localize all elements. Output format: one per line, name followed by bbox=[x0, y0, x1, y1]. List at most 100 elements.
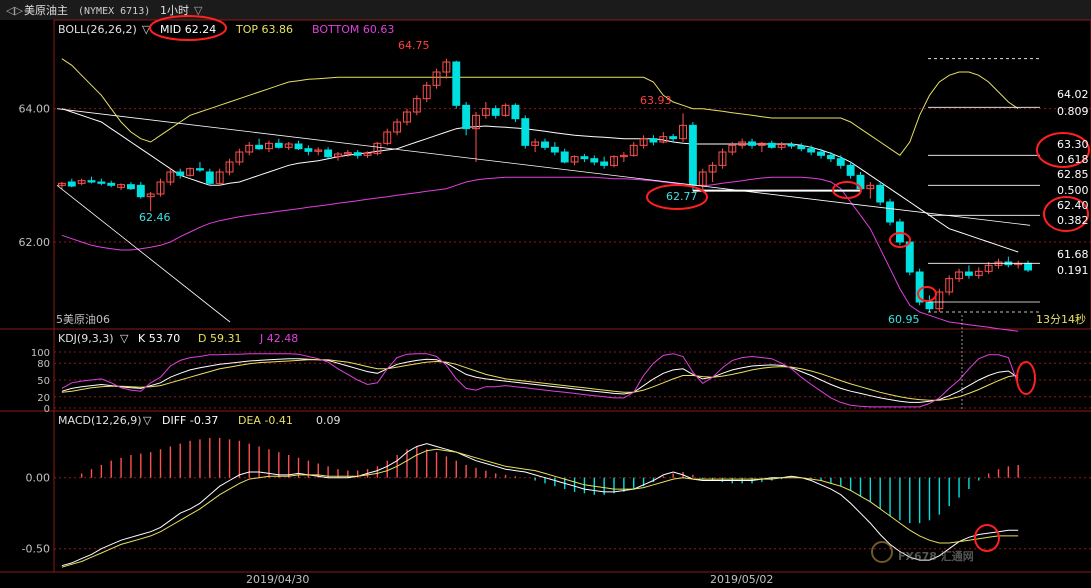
candle-down bbox=[807, 148, 816, 153]
kdj-k-line bbox=[61, 358, 1019, 403]
candle-down bbox=[748, 141, 756, 146]
price-tick-label: 62.00 bbox=[19, 236, 51, 249]
candle-down bbox=[580, 156, 589, 160]
date-label-2: 2019/05/02 bbox=[710, 573, 773, 586]
candle-down bbox=[87, 180, 96, 183]
candle-down bbox=[304, 148, 313, 152]
candle-down bbox=[176, 171, 185, 176]
fib-price-2: 63.30 bbox=[1057, 138, 1089, 151]
watermark-logo: FX678 汇通网 bbox=[871, 541, 974, 563]
candle-down bbox=[876, 184, 885, 203]
boll-indicator-label[interactable]: BOLL(26,26,2) bbox=[58, 23, 137, 36]
candle-down bbox=[462, 104, 471, 130]
candle-down bbox=[136, 184, 145, 198]
swing-low-label: 62.77 bbox=[666, 190, 698, 203]
candle-down bbox=[294, 143, 303, 150]
macd-dropdown-icon[interactable]: ▽ bbox=[143, 414, 152, 427]
kdj-tick-label: 100 bbox=[31, 348, 50, 359]
date-label-1: 2019/04/30 bbox=[246, 573, 309, 586]
candle-down bbox=[324, 149, 333, 158]
boll-bottom-value: BOTTOM 60.63 bbox=[312, 23, 394, 36]
kdj-tick-label: 0 bbox=[44, 404, 50, 415]
high-price-label: 64.75 bbox=[398, 39, 430, 52]
macd-diff-value: DIFF -0.37 bbox=[162, 414, 218, 427]
candle-down bbox=[550, 146, 559, 153]
macd-tick-label: 0.00 bbox=[26, 472, 51, 485]
fib-price-1: 64.02 bbox=[1057, 88, 1089, 101]
candle-down bbox=[521, 118, 530, 146]
candle-down bbox=[67, 181, 76, 187]
macd-dea-value: DEA -0.41 bbox=[238, 414, 293, 427]
candle-down bbox=[255, 144, 264, 150]
candle-down bbox=[274, 142, 283, 148]
candle-down bbox=[541, 141, 549, 148]
kdj-cross-circle bbox=[1016, 361, 1036, 395]
candle-down bbox=[452, 61, 461, 106]
candle-down bbox=[787, 144, 796, 147]
candle-down bbox=[205, 171, 214, 184]
candle-down bbox=[491, 108, 500, 116]
candle-down bbox=[925, 301, 934, 310]
candle-down bbox=[836, 158, 845, 166]
fib-ratio-1: 0.809 bbox=[1057, 105, 1089, 118]
chart-canvas: ◁▷ 美原油主 (NYMEX 6713) 1小时 ▽ 64.0062.00100… bbox=[0, 0, 1091, 586]
candle-down bbox=[195, 168, 204, 171]
candle-down bbox=[669, 136, 678, 140]
contract-note: 5美原油06 bbox=[56, 312, 110, 326]
macd-dea-line bbox=[61, 448, 1019, 568]
fib-labels: 64.02 0.809 63.30 0.618 62.85 0.500 62.4… bbox=[1057, 88, 1089, 277]
macd-indicator-label[interactable]: MACD(12,26,9) bbox=[58, 414, 142, 427]
falling-trendline-1 bbox=[56, 108, 1031, 226]
candle-down bbox=[964, 271, 973, 276]
fib-ratio-4: 0.382 bbox=[1057, 214, 1089, 227]
nav-arrows-icon[interactable]: ◁▷ bbox=[6, 4, 23, 17]
candle-down bbox=[126, 184, 135, 190]
right-low-label: 60.95 bbox=[888, 313, 920, 326]
candle-down bbox=[97, 181, 106, 184]
kdj-tick-label: 80 bbox=[37, 359, 50, 370]
candle-down bbox=[560, 151, 569, 163]
boll-mid-value: MID 62.24 bbox=[160, 23, 216, 36]
candle-down bbox=[797, 145, 806, 150]
candle-down bbox=[1024, 262, 1033, 271]
bar-countdown: 13分14秒 bbox=[1036, 312, 1086, 326]
boll-top-line bbox=[61, 58, 1019, 156]
boll-top-value: TOP 63.86 bbox=[235, 23, 293, 36]
symbol-name: 美原油主 bbox=[24, 3, 68, 17]
candle-down bbox=[846, 164, 855, 176]
macd-tick-label: -0.50 bbox=[22, 543, 50, 556]
fib-ratio-5: 0.191 bbox=[1057, 264, 1089, 277]
swing-high-label: 63.93 bbox=[640, 94, 672, 107]
fib-ratio-2: 0.618 bbox=[1057, 153, 1089, 166]
candle-down bbox=[895, 221, 904, 243]
boll-mid-line bbox=[61, 108, 1019, 253]
candle-down bbox=[511, 104, 520, 120]
left-low-label: 62.46 bbox=[139, 211, 171, 224]
fib-ratio-3: 0.500 bbox=[1057, 184, 1089, 197]
candle-down bbox=[817, 151, 825, 156]
kdj-dropdown-icon[interactable]: ▽ bbox=[120, 332, 129, 345]
candle-down bbox=[590, 158, 599, 163]
candle-down bbox=[107, 182, 116, 186]
candle-down bbox=[905, 241, 914, 273]
candle-down bbox=[688, 124, 697, 186]
period-dropdown-icon[interactable]: ▽ bbox=[194, 4, 203, 17]
macd-hist-value: 0.09 bbox=[316, 414, 341, 427]
candle-down bbox=[886, 201, 895, 223]
candle-down bbox=[600, 161, 609, 166]
price-tick-label: 64.00 bbox=[19, 103, 51, 116]
candle-down bbox=[826, 154, 835, 160]
kdj-tick-label: 20 bbox=[37, 393, 50, 404]
candle-down bbox=[649, 138, 658, 143]
exchange-code: (NYMEX 6713) bbox=[78, 6, 150, 17]
boll-bottom-line bbox=[61, 176, 1019, 332]
fib-price-5: 61.68 bbox=[1057, 248, 1089, 261]
candle-down bbox=[353, 152, 362, 156]
panel-frames bbox=[0, 19, 1091, 573]
macd-histogram bbox=[61, 437, 1019, 568]
analysis-overlays bbox=[56, 58, 1090, 552]
kdj-k-value: K 53.70 bbox=[138, 332, 180, 345]
kdj-indicator-label[interactable]: KDJ(9,3,3) bbox=[58, 332, 114, 345]
falling-trendline-2 bbox=[56, 185, 231, 323]
kdj-j-value: J 42.48 bbox=[259, 332, 298, 345]
